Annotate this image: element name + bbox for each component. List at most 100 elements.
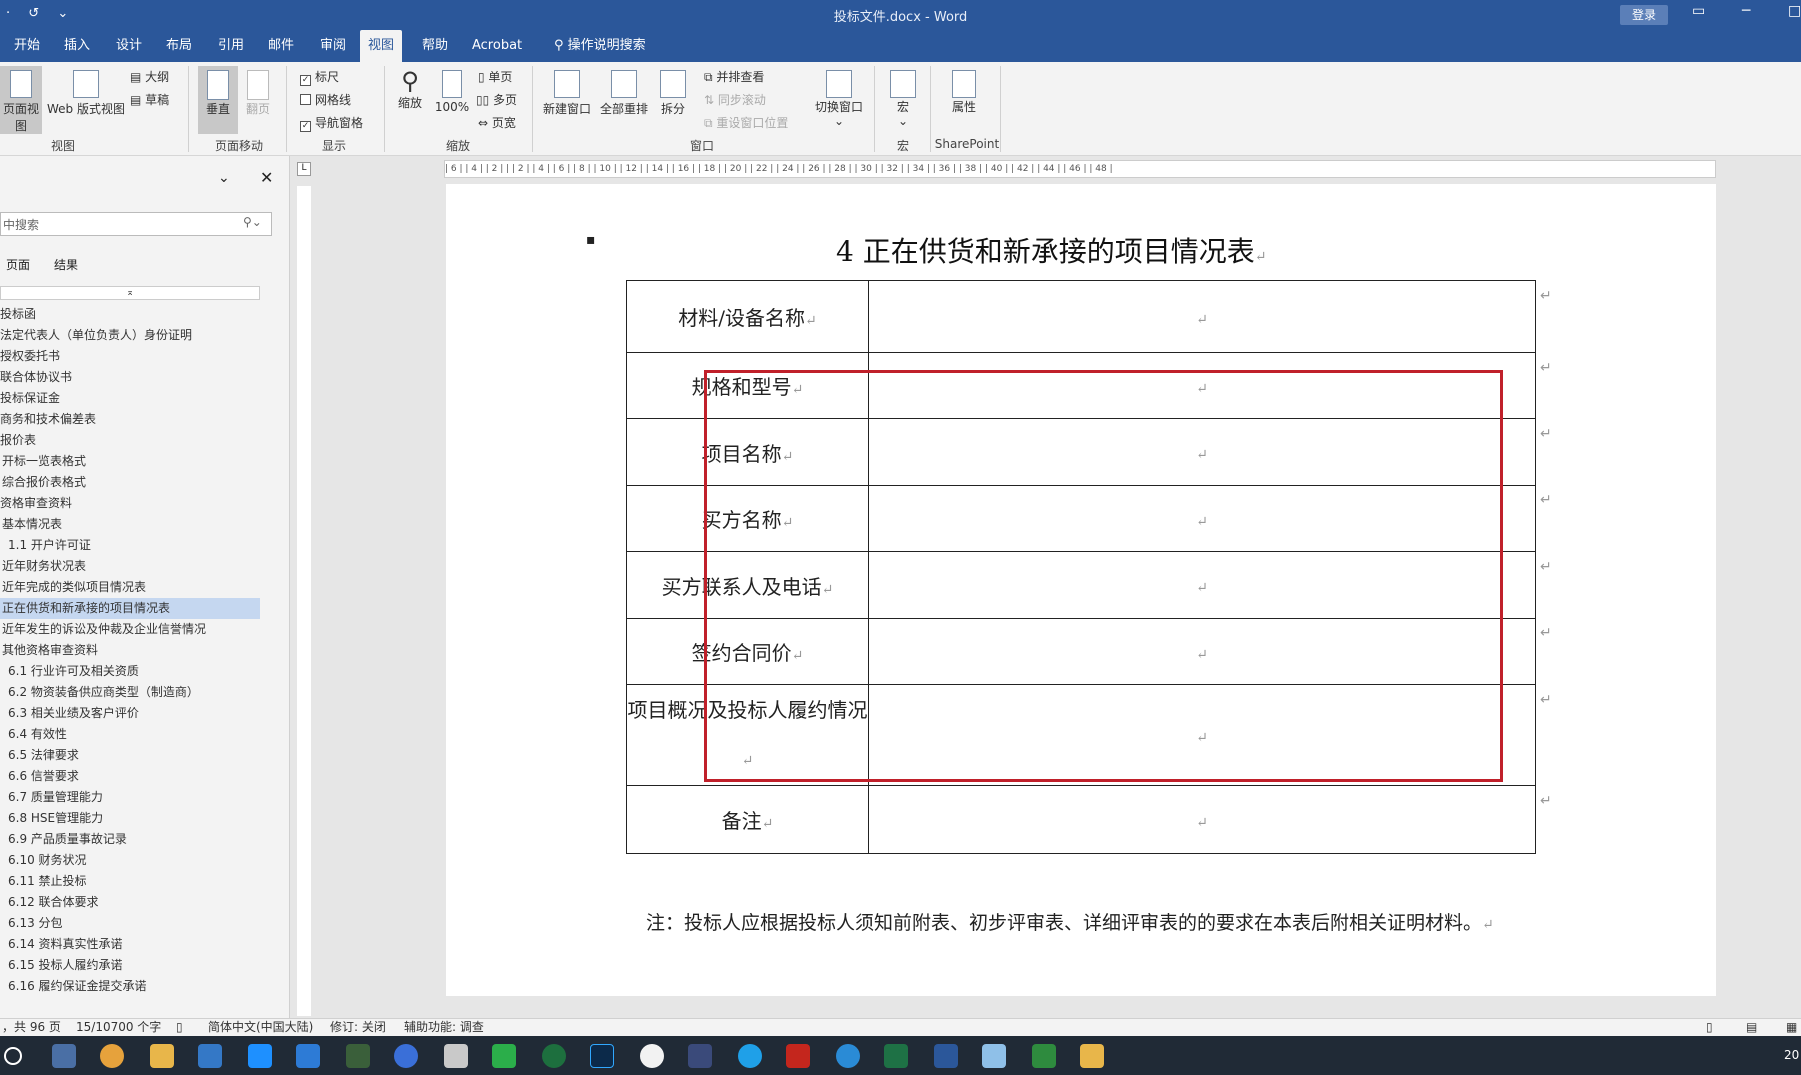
nav-heading-item[interactable]: 6.16 履约保证金提交承诺 [0, 976, 260, 997]
page-count[interactable]: ，共 96 页 [2, 1019, 61, 1036]
document-heading[interactable]: 4 正在供货和新承接的项目情况表↵ [836, 230, 1266, 270]
nav-heading-item[interactable]: 授权委托书 [0, 346, 260, 367]
notepad-icon[interactable] [982, 1044, 1006, 1068]
gridlines-checkbox[interactable]: 网格线 [300, 91, 351, 108]
usb-icon[interactable] [444, 1044, 468, 1068]
nav-heading-item[interactable]: 法定代表人（单位负责人）身份证明 [0, 325, 260, 346]
tab-acrobat[interactable]: Acrobat [464, 30, 530, 62]
browser-icon[interactable] [738, 1044, 762, 1068]
tell-me-search[interactable]: ⚲ 操作说明搜索 [546, 30, 654, 62]
new-window-button[interactable]: 新建窗口 [540, 66, 594, 117]
photoshop-icon[interactable] [590, 1044, 614, 1068]
app-icon[interactable] [542, 1044, 566, 1068]
word-icon[interactable] [934, 1044, 958, 1068]
search-icon[interactable] [4, 1047, 22, 1065]
app-icon[interactable] [688, 1044, 712, 1068]
nav-heading-item[interactable]: 6.13 分包 [0, 913, 260, 934]
nav-heading-item[interactable]: 6.10 财务状况 [0, 850, 260, 871]
nav-heading-item[interactable]: 投标保证金 [0, 388, 260, 409]
switch-window-button[interactable]: 切换窗口 ⌄ [812, 66, 866, 128]
language-status[interactable]: 简体中文(中国大陆) [208, 1019, 313, 1036]
app-icon[interactable] [1032, 1044, 1056, 1068]
search-icon[interactable]: ⚲⌄ [243, 215, 262, 229]
photos-icon[interactable] [150, 1044, 174, 1068]
nav-heading-item[interactable]: 6.2 物资装备供应商类型（制造商） [0, 682, 260, 703]
table-cell[interactable]: 备注↵ [626, 785, 869, 854]
nav-heading-item[interactable]: 6.4 有效性 [0, 724, 260, 745]
properties-button[interactable]: 属性 [944, 66, 984, 114]
nav-tab-pages[interactable]: 页面 [6, 256, 30, 273]
close-icon[interactable]: ✕ [260, 168, 273, 187]
arrange-all-button[interactable]: 全部重排 [596, 66, 652, 117]
side-by-side-button[interactable]: ⧉ 并排查看 [704, 68, 764, 85]
document-note[interactable]: 注：投标人应根据投标人须知前附表、初步评审表、详细评审表的的要求在本表后附相关证… [600, 898, 1580, 950]
new-window-label[interactable]: 新建窗口 [543, 102, 591, 116]
connect-icon[interactable] [198, 1044, 222, 1068]
table-cell[interactable]: ↵ [868, 280, 1536, 353]
tab-design[interactable]: 设计 [108, 30, 150, 62]
nav-heading-item[interactable]: 6.3 相关业绩及客户评价 [0, 703, 260, 724]
tab-layout[interactable]: 布局 [158, 30, 200, 62]
nav-heading-item[interactable]: 近年发生的诉讼及仲裁及企业信誉情况 [0, 619, 260, 640]
nav-heading-item[interactable]: 6.7 质量管理能力 [0, 787, 260, 808]
zoom-100-button[interactable]: 100% [434, 66, 470, 114]
acrobat-icon[interactable] [786, 1044, 810, 1068]
nav-heading-item[interactable]: 6.1 行业许可及相关资质 [0, 661, 260, 682]
macros-button[interactable]: 宏 ⌄ [880, 66, 926, 128]
track-changes-status[interactable]: 修订: 关闭 [330, 1019, 386, 1036]
table-cell[interactable]: ↵ [868, 785, 1536, 854]
nav-heading-item[interactable]: 商务和技术偏差表 [0, 409, 260, 430]
ruler-checkbox[interactable]: ✓ 标尺 [300, 68, 339, 86]
zoom-button[interactable]: ⚲ 缩放 [392, 66, 428, 111]
nav-heading-item[interactable]: 1.1 开户许可证 [0, 535, 260, 556]
flip-button[interactable]: 翻页 [242, 66, 274, 117]
nav-heading-item[interactable]: 6.8 HSE管理能力 [0, 808, 260, 829]
vpn-icon[interactable] [394, 1044, 418, 1068]
login-button[interactable]: 登录 [1620, 5, 1668, 25]
tab-home[interactable]: 开始 [6, 30, 48, 62]
edge-icon[interactable] [836, 1044, 860, 1068]
nav-heading-item[interactable]: 近年财务状况表 [0, 556, 260, 577]
nav-heading-item[interactable]: 6.9 产品质量事故记录 [0, 829, 260, 850]
qq-icon[interactable] [640, 1044, 664, 1068]
file-explorer-icon[interactable] [1080, 1044, 1104, 1068]
nav-heading-item[interactable]: 6.14 资料真实性承诺 [0, 934, 260, 955]
reset-window-button[interactable]: ⧉ 重设窗口位置 [704, 114, 788, 131]
baidu-netdisk-icon[interactable] [296, 1044, 320, 1068]
nav-heading-item[interactable]: 联合体协议书 [0, 367, 260, 388]
page-width-button[interactable]: ⇔ 页宽 [478, 114, 516, 131]
nav-search-input[interactable]: 中搜索 ⚲⌄ [0, 212, 272, 236]
outline-button[interactable]: ▤ 大纲 [130, 68, 169, 85]
calculator-icon[interactable] [52, 1044, 76, 1068]
app-icon[interactable] [346, 1044, 370, 1068]
excel-icon[interactable] [884, 1044, 908, 1068]
page-view-button[interactable]: 页面视图 [0, 66, 42, 134]
nav-heading-item[interactable]: 正在供货和新承接的项目情况表 [0, 598, 260, 619]
nav-heading-item[interactable]: 投标函 [0, 304, 260, 325]
minimize-icon[interactable]: ─ [1742, 3, 1750, 19]
vertical-button[interactable]: 垂直 [198, 66, 238, 134]
nav-heading-item[interactable]: 基本情况表 [0, 514, 260, 535]
nav-heading-item[interactable]: 6.5 法律要求 [0, 745, 260, 766]
maximize-icon[interactable]: □ [1788, 3, 1801, 19]
wechat-icon[interactable] [492, 1044, 516, 1068]
tab-references[interactable]: 引用 [210, 30, 252, 62]
nav-heading-item[interactable]: 6.11 禁止投标 [0, 871, 260, 892]
nav-pane-checkbox[interactable]: ✓ 导航窗格 [300, 114, 363, 132]
multi-page-button[interactable]: ▯▯ 多页 [476, 91, 517, 108]
split-button[interactable]: 拆分 [656, 66, 690, 117]
word-count[interactable]: 15/10700 个字 [76, 1019, 161, 1036]
chevron-down-icon[interactable]: ⌄ [218, 170, 230, 186]
chrome-icon[interactable] [100, 1044, 124, 1068]
nav-heading-item[interactable]: 开标一览表格式 [0, 451, 260, 472]
nav-heading-item[interactable]: 6.6 信誉要求 [0, 766, 260, 787]
sync-scroll-button[interactable]: ⇅ 同步滚动 [704, 91, 766, 108]
nav-heading-item[interactable]: 近年完成的类似项目情况表 [0, 577, 260, 598]
nav-heading-item[interactable]: 6.15 投标人履约承诺 [0, 955, 260, 976]
tab-insert[interactable]: 插入 [56, 30, 98, 62]
tab-view[interactable]: 视图 [360, 30, 403, 62]
web-layout-icon[interactable]: ▦ [1786, 1019, 1797, 1036]
accessibility-status[interactable]: 辅助功能: 调查 [404, 1019, 484, 1036]
clock[interactable]: 20 [1784, 1048, 1799, 1062]
nav-heading-item[interactable]: 6.12 联合体要求 [0, 892, 260, 913]
